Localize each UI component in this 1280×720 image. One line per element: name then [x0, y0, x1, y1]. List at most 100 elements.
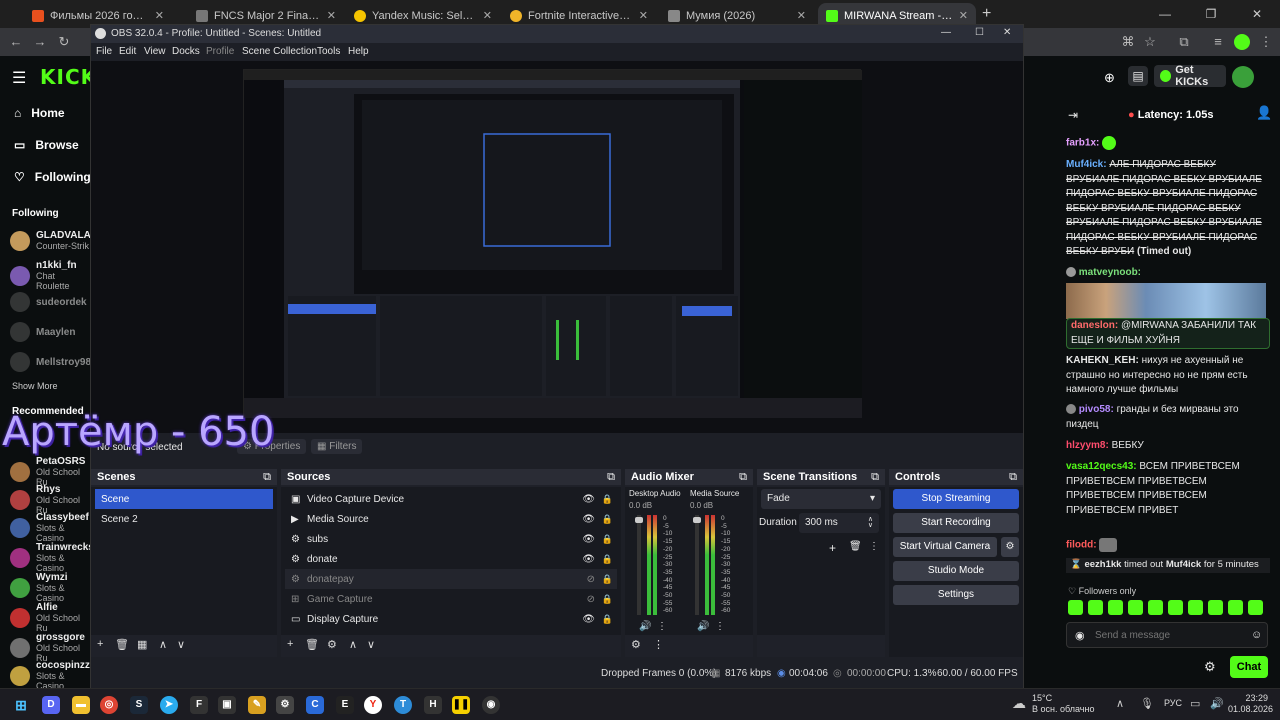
gear-icon[interactable]: ⚙	[327, 638, 337, 651]
dock-undock-icon[interactable]: ⧉	[871, 471, 879, 484]
weather-widget[interactable]: 15°C В осн. облачно	[1032, 693, 1094, 715]
close-icon[interactable]: ✕	[155, 9, 164, 22]
chat-message-input[interactable]	[1095, 627, 1245, 643]
collapse-chat-icon[interactable]: ⇥	[1068, 108, 1078, 123]
menu-view[interactable]: View	[144, 46, 166, 57]
user-avatar[interactable]	[1232, 66, 1254, 88]
kebab-menu-icon[interactable]: ⋮	[653, 638, 664, 651]
spin-arrows-icon[interactable]: ∧ ∨	[868, 516, 873, 529]
add-icon[interactable]: +	[287, 638, 293, 650]
search-icon[interactable]: ⊕	[1104, 70, 1115, 86]
followed-channel[interactable]: GLADVALAK Counter-Strik	[10, 230, 98, 251]
input-language[interactable]: РУС	[1164, 698, 1182, 708]
menu-docks[interactable]: Docks	[172, 46, 200, 57]
chat-settings-icon[interactable]: ◉	[1075, 629, 1085, 644]
settings-button[interactable]: Settings	[893, 585, 1019, 605]
source-item[interactable]: ▣ Video Capture Device 👁 🔒	[285, 489, 617, 509]
volume-slider-handle[interactable]	[635, 517, 643, 523]
emote-icon[interactable]	[1128, 600, 1143, 615]
trash-icon[interactable]: 🗑	[115, 638, 129, 651]
clock[interactable]: 23:29 01.08.2026	[1228, 693, 1273, 715]
obs-taskbar-icon[interactable]: ◉	[482, 696, 500, 714]
lock-icon[interactable]: 🔒	[602, 614, 613, 625]
lock-icon[interactable]: 🔒	[602, 534, 613, 545]
source-item-hidden[interactable]: ⚙ donatepay ⊘ 🔒	[285, 569, 617, 589]
eye-icon[interactable]: 👁	[582, 554, 595, 565]
recommended-channel[interactable]: Classybeef Slots & Casino	[10, 512, 90, 543]
file-explorer-icon[interactable]: ▬	[72, 696, 90, 714]
speaker-icon[interactable]: 🔊	[639, 621, 651, 632]
chat-users-icon[interactable]: 👤	[1256, 105, 1272, 121]
nav-home[interactable]: ⌂ Home	[14, 106, 65, 120]
eye-icon[interactable]: 👁	[582, 534, 595, 545]
dock-undock-icon[interactable]: ⧉	[1009, 471, 1017, 484]
recommended-channel[interactable]: Trainwrecks Slots & Casino	[10, 542, 94, 573]
move-up-icon[interactable]: ∧	[159, 638, 167, 651]
back-icon[interactable]: ←	[8, 34, 24, 50]
network-icon[interactable]: ▭	[1190, 697, 1200, 710]
yandex-browser-icon[interactable]: Y	[364, 696, 382, 714]
emote-icon[interactable]	[1228, 600, 1243, 615]
duration-spinbox[interactable]: 300 ms ∧ ∨	[799, 513, 879, 533]
chrome-icon[interactable]: ◎	[100, 696, 118, 714]
epic-games-icon[interactable]: E	[336, 696, 354, 714]
bookmark-star-icon[interactable]: ☆	[1142, 34, 1158, 50]
followed-channel-offline[interactable]: Mellstroy98	[10, 352, 91, 372]
eye-icon[interactable]: 👁	[582, 494, 595, 505]
eye-icon[interactable]: 👁	[582, 614, 595, 625]
studio-mode-button[interactable]: Studio Mode	[893, 561, 1019, 581]
stop-streaming-button[interactable]: Stop Streaming	[893, 489, 1019, 509]
menu-scene-collection[interactable]: Scene Collection	[242, 46, 317, 57]
get-kicks-button[interactable]: Get KICKs	[1154, 64, 1226, 88]
emote-icon[interactable]	[1168, 600, 1183, 615]
menu-tools[interactable]: Tools	[317, 46, 340, 57]
move-down-icon[interactable]: ∨	[367, 638, 375, 651]
start-recording-button[interactable]: Start Recording	[893, 513, 1019, 533]
kick-logo[interactable]: KICK	[40, 65, 97, 89]
emote-icon[interactable]	[1148, 600, 1163, 615]
minimize-icon[interactable]: —	[941, 27, 951, 38]
start-virtual-camera-button[interactable]: Start Virtual Camera	[893, 537, 997, 557]
virtual-camera-settings-icon[interactable]: ⚙	[1001, 537, 1019, 557]
source-item[interactable]: ⚙ subs 👁 🔒	[285, 529, 617, 549]
recommended-channel[interactable]: cocospinzz Slots & Casino	[10, 660, 90, 691]
discord-icon[interactable]: D	[42, 696, 60, 714]
extensions-icon[interactable]: ⧉	[1176, 34, 1192, 50]
minimize-icon[interactable]: —	[1142, 0, 1188, 28]
steam-icon[interactable]: S	[130, 696, 148, 714]
menu-file[interactable]: File	[96, 46, 112, 57]
telegram-icon[interactable]: ➤	[160, 696, 178, 714]
followed-channel-offline[interactable]: Maaylen	[10, 322, 75, 342]
close-icon[interactable]: ✕	[1003, 27, 1011, 38]
recommended-channel[interactable]: Rhys Old School Ru	[10, 484, 90, 515]
menu-help[interactable]: Help	[348, 46, 369, 57]
obs-preview[interactable]	[91, 61, 1023, 433]
bars-app-icon[interactable]: ❚❚	[452, 696, 470, 714]
advanced-audio-icon[interactable]: ⚙	[631, 638, 641, 651]
recommended-channel[interactable]: Alfie Old School Ru	[10, 602, 90, 633]
emote-icon[interactable]	[1088, 600, 1103, 615]
kebab-menu-icon[interactable]: ⋮	[869, 541, 879, 552]
close-icon[interactable]: ✕	[959, 9, 968, 22]
emote-icon[interactable]	[1248, 600, 1263, 615]
speaker-icon[interactable]: 🔊	[697, 621, 709, 632]
filter-icon[interactable]: ▦	[137, 638, 147, 651]
windows-start-icon[interactable]: ⊞	[12, 696, 30, 714]
eye-slash-icon[interactable]: ⊘	[587, 594, 595, 605]
settings-gear-icon[interactable]: ⚙	[276, 696, 294, 714]
show-more-link[interactable]: Show More	[12, 381, 58, 391]
emoji-icon[interactable]: ☺	[1251, 628, 1262, 643]
volume-icon[interactable]: 🔊	[1210, 697, 1224, 710]
move-up-icon[interactable]: ∧	[349, 638, 357, 651]
tray-chevron-icon[interactable]: ∧	[1116, 697, 1124, 710]
settings-gear-icon[interactable]: ⚙	[1204, 659, 1216, 675]
emote-icon[interactable]	[1208, 600, 1223, 615]
media-controls-icon[interactable]: ≡	[1210, 34, 1226, 50]
close-icon[interactable]: ✕	[327, 9, 336, 22]
emote-icon[interactable]	[1068, 600, 1083, 615]
hud-app-icon[interactable]: H	[424, 696, 442, 714]
dock-undock-icon[interactable]: ⧉	[607, 471, 615, 484]
dock-undock-icon[interactable]: ⧉	[739, 471, 747, 484]
source-item[interactable]: ▶ Media Source 👁 🔒	[285, 509, 617, 529]
maximize-icon[interactable]: ☐	[975, 27, 984, 38]
